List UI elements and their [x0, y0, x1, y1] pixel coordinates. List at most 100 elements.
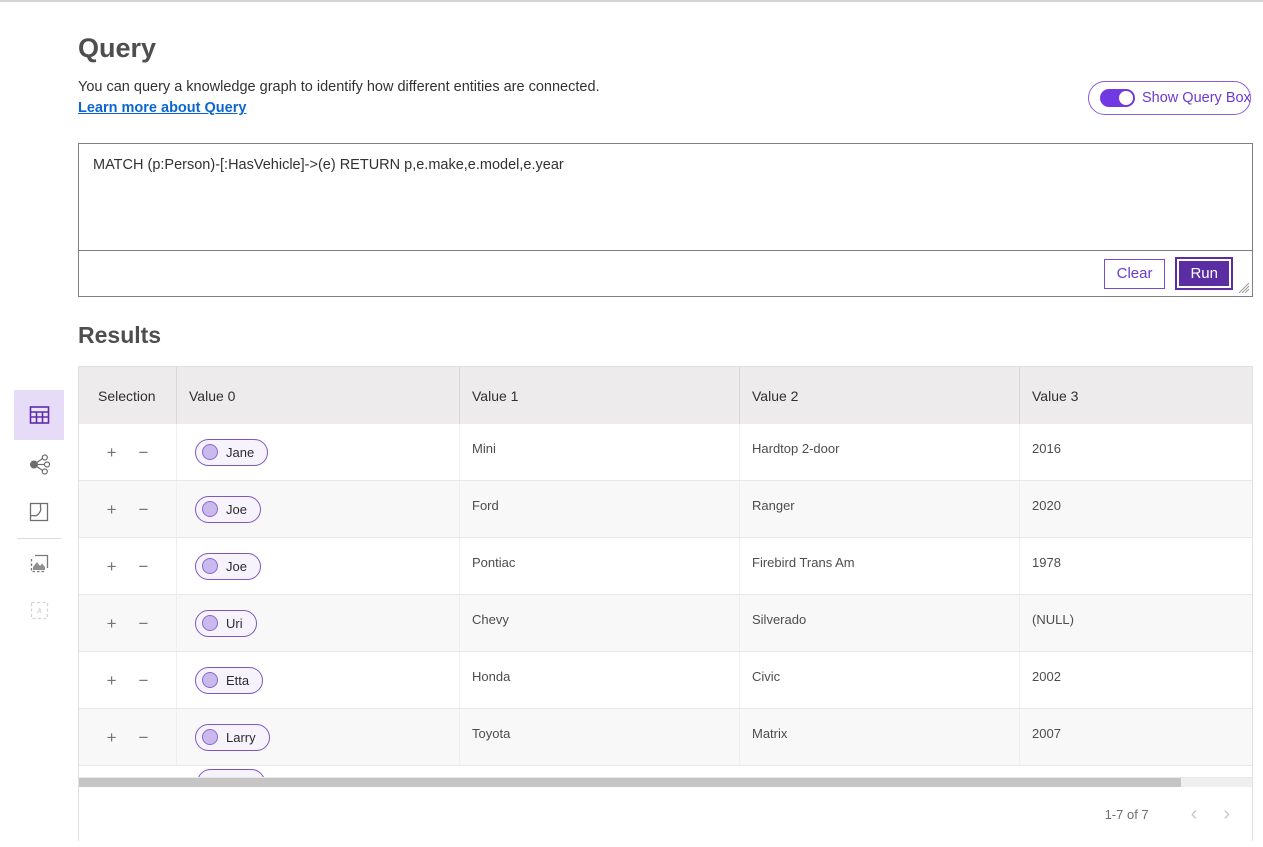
- next-page-button[interactable]: ›: [1217, 804, 1236, 824]
- value2-cell: Firebird Trans Am: [740, 538, 1020, 594]
- sidebar-divider: [17, 538, 61, 539]
- value1-cell: Toyota: [460, 709, 740, 765]
- table-view-button[interactable]: [14, 390, 64, 440]
- table-row-partial: [79, 766, 1252, 777]
- map-icon: [28, 501, 50, 523]
- top-border: [0, 0, 1263, 2]
- entity-dot-icon: [202, 558, 218, 574]
- toggle-switch-icon[interactable]: [1100, 89, 1135, 107]
- selection-cell: + −: [79, 481, 177, 537]
- entity-pill-label: Larry: [226, 730, 256, 745]
- value0-cell: Joe: [177, 538, 460, 594]
- show-query-box-toggle[interactable]: Show Query Box: [1088, 81, 1251, 115]
- horizontal-scrollbar[interactable]: [79, 777, 1252, 787]
- add-to-selection-button[interactable]: +: [105, 556, 119, 577]
- add-to-selection-button[interactable]: +: [105, 727, 119, 748]
- column-header-value3: Value 3: [1020, 367, 1252, 424]
- column-header-value1: Value 1: [460, 367, 740, 424]
- table-row: + − Uri Chevy Silverado (NULL): [79, 595, 1252, 652]
- value0-cell: Joe: [177, 481, 460, 537]
- entity-pill[interactable]: Etta: [195, 667, 263, 694]
- table-row: + − Etta Honda Civic 2002: [79, 652, 1252, 709]
- remove-from-selection-button[interactable]: −: [137, 727, 151, 748]
- selection-view-button: [14, 585, 64, 635]
- remove-from-selection-button[interactable]: −: [137, 556, 151, 577]
- table-row: + − Jane Mini Hardtop 2-door 2016: [79, 424, 1252, 481]
- entity-pill[interactable]: Joe: [195, 496, 261, 523]
- table-row: + − Larry Toyota Matrix 2007: [79, 709, 1252, 766]
- add-to-selection-button[interactable]: +: [105, 442, 119, 463]
- value3-cell: (NULL): [1020, 595, 1252, 651]
- column-header-value0: Value 0: [177, 367, 460, 424]
- add-to-selection-button[interactable]: +: [105, 499, 119, 520]
- value1-text: Ford: [460, 498, 499, 513]
- add-to-selection-button[interactable]: +: [105, 613, 119, 634]
- value3-text: (NULL): [1020, 612, 1074, 627]
- remove-from-selection-button[interactable]: −: [137, 442, 151, 463]
- entity-pill-partial[interactable]: [197, 769, 265, 777]
- value3-text: 2002: [1020, 669, 1061, 684]
- value3-cell: 2016: [1020, 424, 1252, 480]
- add-to-map-button[interactable]: [14, 541, 64, 585]
- column-header-value2: Value 2: [740, 367, 1020, 424]
- table-icon: [27, 403, 52, 427]
- selection-cell: + −: [79, 424, 177, 480]
- page-description: You can query a knowledge graph to ident…: [78, 79, 600, 95]
- query-footer: Clear Run: [79, 251, 1252, 296]
- toggle-label: Show Query Box: [1142, 90, 1251, 106]
- column-header-selection: Selection: [79, 367, 177, 424]
- query-input[interactable]: MATCH (p:Person)-[:HasVehicle]->(e) RETU…: [79, 144, 1252, 251]
- value2-text: Silverado: [740, 612, 806, 627]
- entity-pill[interactable]: Uri: [195, 610, 257, 637]
- value1-text: Pontiac: [460, 555, 515, 570]
- remove-from-selection-button[interactable]: −: [137, 670, 151, 691]
- value1-cell: Honda: [460, 652, 740, 708]
- value2-text: Matrix: [740, 726, 787, 741]
- value3-text: 2016: [1020, 441, 1061, 456]
- results-heading: Results: [78, 322, 161, 349]
- table-body: + − Jane Mini Hardtop 2-door 2016 + − Jo…: [79, 424, 1252, 766]
- entity-pill[interactable]: Larry: [195, 724, 270, 751]
- value1-text: Mini: [460, 441, 496, 456]
- entity-pill-label: Etta: [226, 673, 249, 688]
- value2-cell: Hardtop 2-door: [740, 424, 1020, 480]
- value1-cell: Ford: [460, 481, 740, 537]
- clear-button[interactable]: Clear: [1104, 259, 1166, 289]
- table-row: + − Joe Pontiac Firebird Trans Am 1978: [79, 538, 1252, 595]
- table-header-row: Selection Value 0 Value 1 Value 2 Value …: [79, 367, 1252, 424]
- resize-handle-icon[interactable]: [1237, 281, 1249, 293]
- value3-cell: 2002: [1020, 652, 1252, 708]
- scrollbar-thumb[interactable]: [79, 778, 1181, 787]
- pagination-bar: 1-7 of 7 ‹ ›: [79, 787, 1252, 841]
- link-chart-view-button[interactable]: [14, 440, 64, 488]
- value2-text: Firebird Trans Am: [740, 555, 855, 570]
- value2-text: Hardtop 2-door: [740, 441, 839, 456]
- selection-cell: + −: [79, 595, 177, 651]
- map-view-button[interactable]: [14, 488, 64, 536]
- selection-cell: + −: [79, 652, 177, 708]
- value3-cell: 2020: [1020, 481, 1252, 537]
- run-button[interactable]: Run: [1177, 259, 1231, 288]
- entity-dot-icon: [202, 444, 218, 460]
- entity-pill[interactable]: Joe: [195, 553, 261, 580]
- query-page: Query You can query a knowledge graph to…: [0, 0, 1263, 847]
- value0-cell: Etta: [177, 652, 460, 708]
- value0-cell: Uri: [177, 595, 460, 651]
- remove-from-selection-button[interactable]: −: [137, 613, 151, 634]
- value2-text: Ranger: [740, 498, 795, 513]
- entity-dot-icon: [202, 672, 218, 688]
- learn-more-link[interactable]: Learn more about Query: [78, 100, 246, 116]
- value2-cell: Silverado: [740, 595, 1020, 651]
- entity-pill-label: Joe: [226, 502, 247, 517]
- add-to-map-icon: [29, 553, 50, 574]
- link-chart-icon: [28, 454, 51, 475]
- value1-text: Honda: [460, 669, 510, 684]
- entity-pill[interactable]: Jane: [195, 439, 268, 466]
- previous-page-button[interactable]: ‹: [1185, 804, 1204, 824]
- value3-text: 1978: [1020, 555, 1061, 570]
- add-to-selection-button[interactable]: +: [105, 670, 119, 691]
- selection-icon: [29, 600, 50, 621]
- remove-from-selection-button[interactable]: −: [137, 499, 151, 520]
- value3-cell: 1978: [1020, 538, 1252, 594]
- value1-cell: Pontiac: [460, 538, 740, 594]
